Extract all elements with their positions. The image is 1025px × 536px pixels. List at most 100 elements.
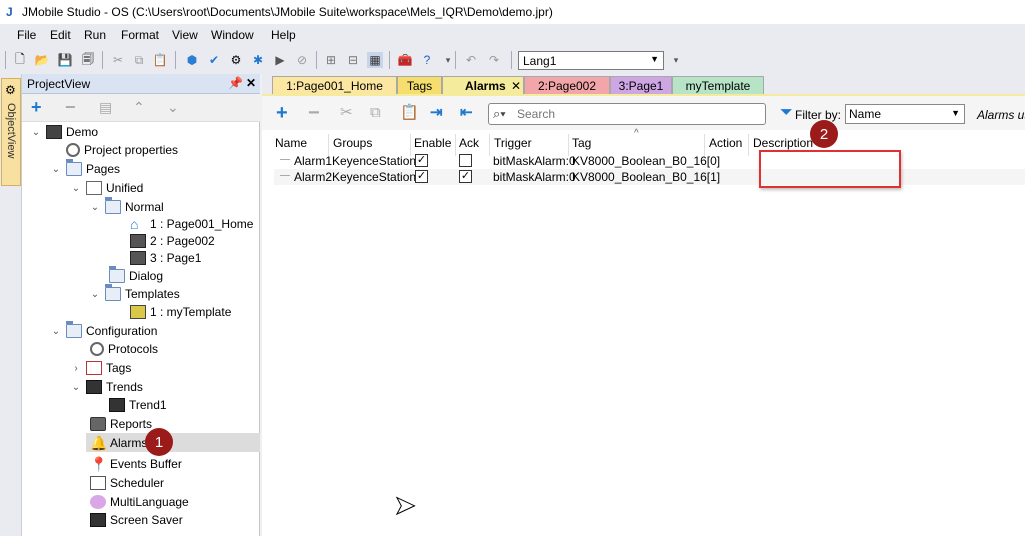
search-input[interactable] bbox=[515, 106, 755, 122]
ack-checkbox[interactable] bbox=[459, 154, 472, 167]
grid-icon[interactable]: ⊞ bbox=[323, 52, 339, 68]
sort-ascending-icon[interactable]: ^ bbox=[634, 128, 639, 139]
debug-icon[interactable]: ✱ bbox=[250, 52, 266, 68]
column-header-action[interactable]: Action bbox=[709, 136, 742, 154]
menu-view[interactable]: View bbox=[172, 28, 198, 42]
cell-name[interactable]: Alarm1 bbox=[294, 154, 332, 168]
add-alarm-icon[interactable]: + bbox=[276, 103, 288, 123]
snap-icon[interactable]: ⊟ bbox=[345, 52, 361, 68]
paste-icon[interactable]: 📋 bbox=[400, 104, 419, 122]
run-icon[interactable]: ⚙ bbox=[228, 52, 244, 68]
menu-format[interactable]: Format bbox=[121, 28, 159, 42]
layout-icon[interactable]: ▦ bbox=[367, 52, 383, 68]
save-icon[interactable]: 💾 bbox=[57, 52, 73, 68]
tree-item-protocols[interactable]: Protocols bbox=[90, 340, 158, 358]
cell-trigger[interactable]: bitMaskAlarm:0 bbox=[493, 154, 576, 168]
add-icon[interactable]: + bbox=[31, 98, 42, 116]
cell-group[interactable]: KeyenceStation bbox=[332, 154, 416, 168]
forward-icon[interactable]: ↷ bbox=[486, 52, 502, 68]
tree-item-pages[interactable]: ⌄ Pages bbox=[50, 159, 120, 178]
column-header-tag[interactable]: Tag bbox=[572, 136, 591, 154]
cell-tag[interactable]: KV8000_Boolean_B0_16[0] bbox=[572, 154, 720, 168]
language-select[interactable]: Lang1 ▼ bbox=[518, 51, 664, 70]
remove-icon[interactable]: − bbox=[65, 98, 76, 116]
properties-icon[interactable]: ▤ bbox=[99, 98, 112, 116]
tab-page001-home[interactable]: 1:Page001_Home bbox=[272, 76, 397, 94]
help-icon[interactable]: ? bbox=[419, 52, 435, 68]
tab-tags[interactable]: Tags bbox=[397, 76, 442, 94]
tree-item-dialog[interactable]: Dialog bbox=[109, 266, 163, 285]
check-icon[interactable]: ✔ bbox=[206, 52, 222, 68]
filter-icon[interactable]: ⏷ bbox=[780, 105, 793, 121]
remove-alarm-icon[interactable]: − bbox=[308, 103, 320, 123]
open-folder-icon[interactable]: 📂 bbox=[34, 52, 50, 68]
enable-checkbox[interactable]: ✓ bbox=[415, 154, 428, 167]
search-box[interactable]: ⌕▾ bbox=[488, 103, 766, 125]
tree-item-reports[interactable]: Reports bbox=[90, 415, 152, 433]
tree-item-configuration[interactable]: ⌄ Configuration bbox=[50, 321, 157, 340]
tree-item-mytemplate[interactable]: 1 : myTemplate bbox=[130, 303, 231, 321]
tree-item-project-properties[interactable]: Project properties bbox=[66, 141, 178, 159]
close-icon[interactable]: ✕ bbox=[511, 79, 521, 93]
tree-item-unified[interactable]: ⌄ Unified bbox=[70, 179, 143, 197]
tree-item-events-buffer[interactable]: 📍 Events Buffer bbox=[90, 455, 182, 473]
collapse-icon[interactable]: ⌄ bbox=[30, 127, 42, 138]
column-header-enable[interactable]: Enable bbox=[414, 136, 451, 154]
tab-alarms[interactable]: Alarms ✕ bbox=[442, 76, 524, 94]
tab-page002[interactable]: 2:Page002 bbox=[524, 76, 610, 94]
tree-item-demo[interactable]: ⌄ Demo bbox=[30, 123, 98, 141]
column-header-ack[interactable]: Ack bbox=[459, 136, 479, 154]
toolbox-icon[interactable]: 🧰 bbox=[397, 52, 413, 68]
tree-item-page002[interactable]: 2 : Page002 bbox=[130, 232, 215, 250]
cell-group[interactable]: KeyenceStation bbox=[332, 170, 416, 184]
cut-icon[interactable]: ✂ bbox=[340, 104, 353, 122]
ack-checkbox[interactable]: ✓ bbox=[459, 170, 472, 183]
collapse-icon[interactable]: ⌄ bbox=[70, 183, 82, 194]
play-icon[interactable]: ▶ bbox=[272, 52, 288, 68]
menu-run[interactable]: Run bbox=[84, 28, 106, 42]
copy-icon[interactable]: ⧉ bbox=[370, 104, 381, 122]
menu-file[interactable]: File bbox=[17, 28, 36, 42]
import-icon[interactable]: ⇥ bbox=[430, 104, 443, 122]
column-header-groups[interactable]: Groups bbox=[333, 136, 372, 154]
download-icon[interactable]: ⬢ bbox=[184, 52, 200, 68]
collapse-icon[interactable]: ⌄ bbox=[50, 164, 62, 175]
collapse-icon[interactable]: ⌄ bbox=[89, 289, 101, 300]
tree-item-tags[interactable]: › Tags bbox=[70, 359, 131, 377]
expand-icon[interactable]: › bbox=[70, 363, 82, 374]
tree-item-trend1[interactable]: Trend1 bbox=[109, 396, 167, 414]
cell-trigger[interactable]: bitMaskAlarm:0 bbox=[493, 170, 576, 184]
tree-item-page1[interactable]: 3 : Page1 bbox=[130, 249, 201, 267]
cell-name[interactable]: Alarm2 bbox=[294, 170, 332, 184]
menu-edit[interactable]: Edit bbox=[50, 28, 71, 42]
copy-icon[interactable]: ⧉ bbox=[131, 52, 147, 68]
export-icon[interactable]: ⇤ bbox=[460, 104, 473, 122]
cut-icon[interactable]: ✂ bbox=[110, 52, 126, 68]
move-down-icon[interactable]: ⌄ bbox=[167, 98, 179, 116]
tab-page1[interactable]: 3:Page1 bbox=[610, 76, 672, 94]
tree-item-page001-home[interactable]: ⌂ 1 : Page001_Home bbox=[130, 215, 253, 233]
new-file-icon[interactable]: 🗋 bbox=[12, 52, 28, 68]
tab-mytemplate[interactable]: myTemplate bbox=[672, 76, 764, 94]
stop-icon[interactable]: ⊘ bbox=[294, 52, 310, 68]
move-up-icon[interactable]: ⌃ bbox=[133, 98, 145, 116]
column-header-name[interactable]: Name bbox=[275, 136, 307, 154]
column-header-trigger[interactable]: Trigger bbox=[494, 136, 532, 154]
paste-icon[interactable]: 📋 bbox=[152, 52, 168, 68]
save-all-icon[interactable]: 🗐 bbox=[80, 52, 96, 68]
tree-item-trends[interactable]: ⌄ Trends bbox=[70, 378, 143, 396]
tree-item-screen-saver[interactable]: Screen Saver bbox=[90, 511, 183, 529]
back-icon[interactable]: ↶ bbox=[463, 52, 479, 68]
collapse-icon[interactable]: ⌄ bbox=[89, 202, 101, 213]
tree-item-templates[interactable]: ⌄ Templates bbox=[89, 284, 180, 303]
objectview-tab[interactable]: ⚙ ObjectView bbox=[1, 78, 21, 186]
toolbar-overflow-icon[interactable]: ▾ bbox=[440, 52, 456, 68]
menu-help[interactable]: Help bbox=[271, 28, 296, 42]
pin-icon[interactable]: 📌 bbox=[228, 76, 243, 90]
tree-item-alarms[interactable]: 🔔 Alarms bbox=[90, 434, 147, 452]
filter-by-select[interactable]: Name ▼ bbox=[845, 104, 965, 124]
cell-tag[interactable]: KV8000_Boolean_B0_16[1] bbox=[572, 170, 720, 184]
tree-item-normal[interactable]: ⌄ Normal bbox=[89, 197, 164, 216]
tree-item-scheduler[interactable]: Scheduler bbox=[90, 474, 164, 492]
collapse-icon[interactable]: ⌄ bbox=[70, 382, 82, 393]
